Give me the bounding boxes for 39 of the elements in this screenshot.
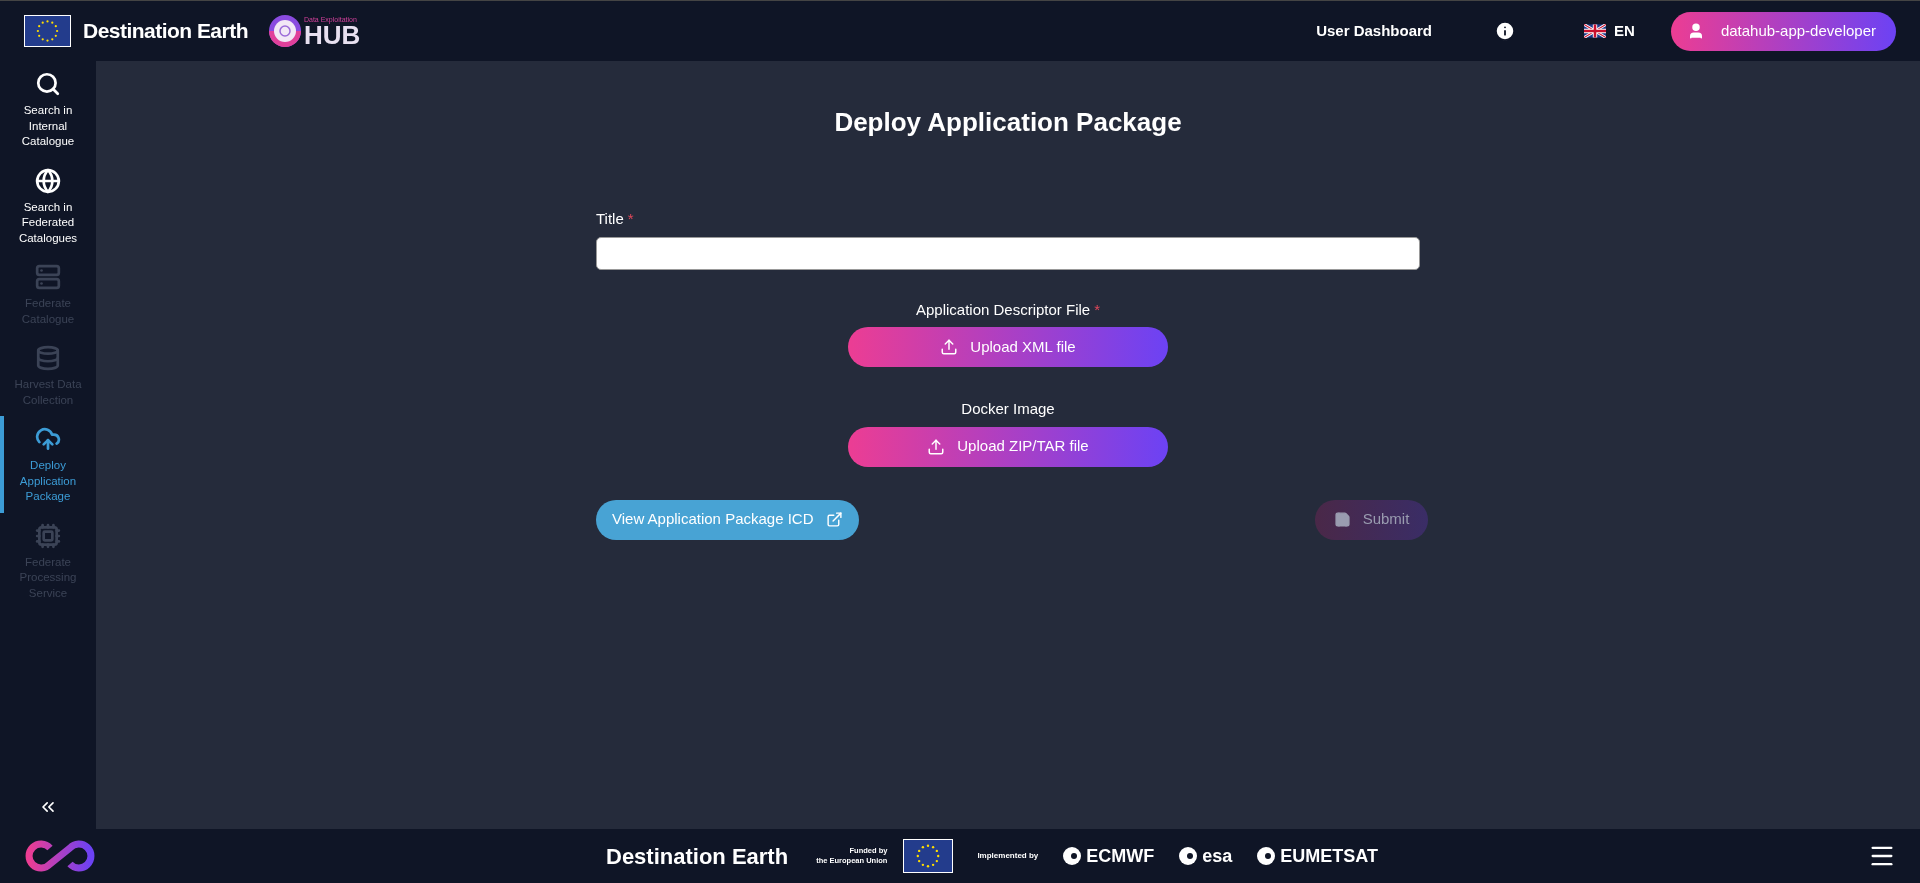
- chip-icon: [35, 522, 61, 549]
- upload-button[interactable]: Upload ZIP/TAR file: [848, 426, 1168, 467]
- globe-icon: [35, 167, 61, 194]
- hub-logo-icon: [267, 14, 302, 48]
- info-icon[interactable]: [1494, 20, 1517, 42]
- partner-name: esa: [1202, 844, 1233, 868]
- external-link-icon: [825, 511, 843, 528]
- user-menu-button[interactable]: datahub-app-developer: [1670, 11, 1896, 51]
- icd-link-button[interactable]: View Application Package ICD: [596, 499, 859, 540]
- partner-logo-icon: [1062, 846, 1083, 866]
- field-label: Title *: [596, 209, 635, 229]
- hub-title: HUB: [303, 22, 361, 47]
- eu-flag-icon: [903, 839, 954, 873]
- sidebar-item[interactable]: Search in Federated Catalogues: [0, 157, 96, 254]
- infinity-logo-icon: [24, 839, 96, 873]
- upload-button[interactable]: Upload XML file: [848, 327, 1168, 367]
- sidebar-item[interactable]: Search in Internal Catalogue: [0, 61, 96, 158]
- implemented-by-text: Implemented by: [977, 850, 1039, 862]
- partner-name: EUMETSAT: [1280, 844, 1378, 868]
- cloud-upload-icon: [35, 426, 61, 452]
- sidebar-item[interactable]: Deploy Application Package: [0, 416, 96, 513]
- upload-icon: [927, 437, 946, 456]
- database-icon: [35, 345, 61, 371]
- upload-label: Application Descriptor File *: [915, 299, 1101, 320]
- uk-flag-icon: [1584, 24, 1607, 38]
- title-input-field[interactable]: [596, 236, 1420, 270]
- eu-flag-icon: [24, 15, 71, 47]
- upload-icon: [940, 338, 959, 356]
- upload-label: Docker Image: [961, 399, 1055, 419]
- footer-brand: Destination Earth: [606, 842, 789, 871]
- server-icon: [35, 264, 61, 290]
- user-dashboard-link[interactable]: User Dashboard: [1316, 19, 1433, 43]
- partner-logo-icon: [1178, 846, 1199, 866]
- partner-name: ECMWF: [1086, 844, 1155, 868]
- partner-logo-icon: [1256, 846, 1277, 866]
- brand-title: Destination Earth: [83, 18, 248, 45]
- language-selector[interactable]: EN: [1584, 19, 1635, 43]
- search-icon: [35, 71, 61, 97]
- page-title: Deploy Application Package: [834, 106, 1182, 139]
